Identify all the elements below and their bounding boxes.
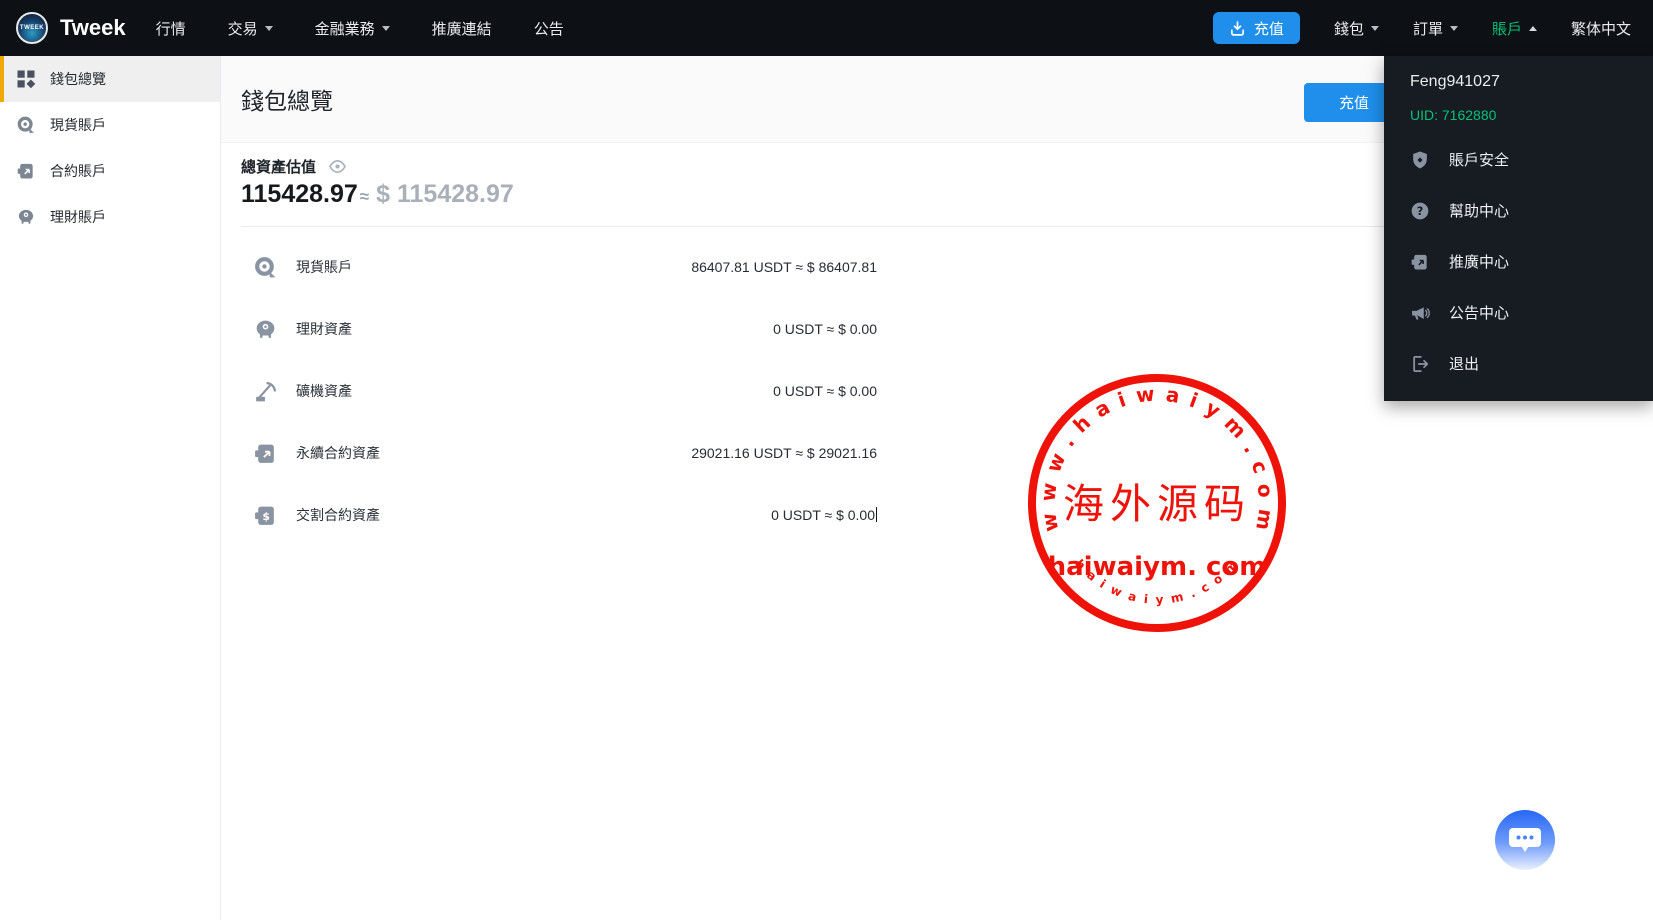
asset-row-label: 永續合約資產 (296, 443, 380, 463)
brand-logo-icon[interactable]: TWEEK (16, 12, 48, 44)
referral-card-icon (1410, 252, 1430, 272)
asset-row-value: 0 USDT ≈ $ 0.00 (771, 507, 875, 523)
asset-row-label: 現貨賬戶 (296, 257, 352, 277)
language-selector[interactable]: 繁体中文 (1571, 18, 1631, 39)
nav-item-orders[interactable]: 訂單 (1413, 18, 1458, 39)
menu-item-help-center[interactable]: ? 幫助中心 (1410, 185, 1653, 236)
mining-pickaxe-icon (253, 379, 278, 404)
logout-icon (1410, 354, 1430, 374)
nav-item-referral[interactable]: 推廣連結 (432, 18, 492, 39)
top-nav: TWEEK Tweek 行情 交易 金融業務 推廣連結 公告 充值 錢包 訂單 … (0, 0, 1653, 56)
sidebar-item-contract-account[interactable]: 合約賬戶 (0, 148, 220, 194)
chat-bubble-icon (1508, 825, 1542, 855)
asset-row-label: 交割合約資產 (296, 505, 380, 525)
asset-row-value: 0 USDT ≈ $ 0.00 (773, 383, 877, 399)
contract-card-icon (253, 441, 278, 466)
asset-row-value: 29021.16 USDT ≈ $ 29021.16 (691, 445, 877, 461)
asset-row-spot[interactable]: 現貨賬戶 86407.81 USDT ≈ $ 86407.81 (241, 236, 877, 298)
chevron-down-icon (382, 26, 390, 31)
sidebar-item-finance-account[interactable]: 理財賬戶 (0, 194, 220, 240)
chevron-down-icon (1371, 26, 1379, 31)
asset-row-label: 理財資產 (296, 319, 352, 339)
nav-right: 充值 錢包 訂單 賬戶 繁体中文 (1213, 12, 1631, 44)
shield-icon (1410, 150, 1430, 170)
asset-row-value: 86407.81 USDT ≈ $ 86407.81 (691, 259, 877, 275)
menu-item-announcement-center[interactable]: 公告中心 (1410, 287, 1653, 338)
contract-card-icon (16, 161, 36, 181)
spot-coin-icon (16, 115, 36, 135)
asset-rows: 現貨賬戶 86407.81 USDT ≈ $ 86407.81 理財資產 0 U… (241, 236, 877, 546)
question-circle-icon: ? (1410, 201, 1430, 221)
megaphone-icon (1410, 303, 1430, 323)
chevron-down-icon (1450, 26, 1458, 31)
piggy-bank-icon (253, 317, 278, 342)
page-title: 錢包總覽 (241, 82, 333, 116)
chat-support-button[interactable] (1495, 810, 1555, 870)
sidebar: 錢包總覽 現貨賬戶 合約賬戶 理財賬戶 (0, 56, 221, 920)
menu-item-logout[interactable]: 退出 (1410, 338, 1653, 389)
eye-icon[interactable] (328, 157, 347, 176)
svg-text:?: ? (1417, 205, 1424, 218)
asset-row-label: 礦機資產 (296, 381, 352, 401)
piggy-bank-icon (16, 207, 36, 227)
sidebar-item-wallet-overview[interactable]: 錢包總覽 (0, 56, 220, 102)
approx-symbol: ≈ (360, 187, 369, 207)
total-assets-label: 總資產估值 (241, 156, 316, 177)
asset-row-delivery[interactable]: $ 交割合約資產 0 USDT ≈ $ 0.00 (241, 484, 877, 546)
main-menu: 行情 交易 金融業務 推廣連結 公告 (156, 18, 564, 39)
text-cursor (876, 507, 877, 522)
brand-name: Tweek (60, 15, 126, 41)
nav-item-announcements[interactable]: 公告 (534, 18, 564, 39)
menu-item-account-security[interactable]: 賬戶安全 (1410, 134, 1653, 185)
deposit-button-nav[interactable]: 充值 (1213, 12, 1300, 44)
asset-row-finance[interactable]: 理財資產 0 USDT ≈ $ 0.00 (241, 298, 877, 360)
sidebar-item-spot-account[interactable]: 現貨賬戶 (0, 102, 220, 148)
account-username: Feng941027 (1410, 73, 1653, 91)
menu-item-referral-center[interactable]: 推廣中心 (1410, 236, 1653, 287)
total-assets-value: 115428.97 (241, 180, 358, 209)
nav-item-markets[interactable]: 行情 (156, 18, 186, 39)
dollar-card-icon: $ (253, 503, 278, 528)
nav-item-trade[interactable]: 交易 (228, 18, 273, 39)
svg-text:$: $ (262, 510, 270, 523)
chevron-down-icon (265, 26, 273, 31)
spot-coin-icon (253, 255, 278, 280)
total-assets-usd: $ 115428.97 (376, 180, 514, 209)
nav-item-account[interactable]: 賬戶 (1492, 18, 1537, 39)
grid-dashboard-icon (16, 69, 36, 89)
chevron-up-icon (1529, 26, 1537, 31)
nav-item-wallet[interactable]: 錢包 (1334, 18, 1379, 39)
download-icon (1229, 20, 1246, 37)
account-dropdown-menu: Feng941027 UID: 7162880 賬戶安全 ? 幫助中心 (1384, 56, 1653, 401)
account-uid: UID: 7162880 (1410, 107, 1653, 123)
asset-row-perpetual[interactable]: 永續合約資產 29021.16 USDT ≈ $ 29021.16 (241, 422, 877, 484)
asset-row-miner[interactable]: 礦機資產 0 USDT ≈ $ 0.00 (241, 360, 877, 422)
nav-item-finance[interactable]: 金融業務 (315, 18, 390, 39)
asset-row-value: 0 USDT ≈ $ 0.00 (773, 321, 877, 337)
